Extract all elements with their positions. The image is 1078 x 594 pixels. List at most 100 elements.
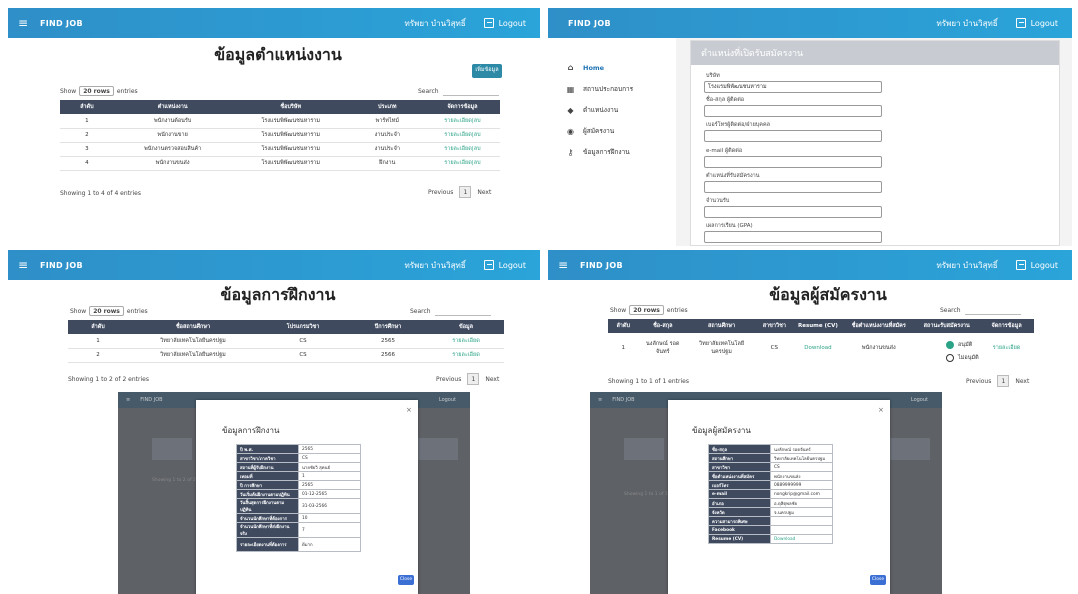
col-header[interactable]: ปีการศึกษา [348,320,428,334]
brand[interactable]: FIND JOB [580,261,623,270]
key-icon: ⚷ [567,147,574,157]
col-header[interactable]: ประเภท [349,100,425,114]
menu-icon[interactable]: ≡ [14,16,32,30]
modal-title: ข้อมูลการฝึกงาน [222,426,280,435]
col-header[interactable]: Resume (CV) [792,319,844,333]
menu-icon[interactable]: ≡ [14,258,32,272]
previous-button[interactable]: Previous [428,189,453,196]
sidebar-item-applicants[interactable]: ◉ ผู้สมัครงาน [566,126,614,136]
dimmed-table [152,438,192,460]
col-header[interactable]: สถานศึกษา [687,319,757,333]
sidebar-item-positions[interactable]: ◆ ตำแหน่งงาน [566,105,618,115]
brand[interactable]: FIND JOB [568,19,611,28]
search-input[interactable] [964,305,1021,315]
rows-select[interactable]: 20 rows [629,305,664,315]
col-header[interactable]: ชื่อสถานศึกษา [128,320,258,334]
col-header[interactable]: ลำดับ [68,320,128,334]
col-header[interactable]: ชื่อ-สกุล [638,319,688,333]
close-icon[interactable]: × [878,406,884,414]
close-icon[interactable]: × [406,406,412,414]
detail-row: สาขาวิชา CS [708,462,833,472]
contact-email-field[interactable] [704,156,882,168]
page-button[interactable]: 1 [467,373,480,385]
position-field[interactable] [704,181,882,193]
detail-link[interactable]: รายละเอียด [428,334,504,349]
col-header[interactable]: ชื่อตำแหน่งงานที่สมัคร [843,319,915,333]
eye-icon: ◉ [567,126,574,136]
brand[interactable]: FIND JOB [40,19,83,28]
next-button[interactable]: Next [1015,378,1029,385]
col-header[interactable]: สาขาวิชา [756,319,793,333]
top-navbar: ≡ FIND JOB ทรัพยา บำนวิสุทธิ์ Logout [8,8,540,38]
user-name: ทรัพยา บำนวิสุทธิ์ [936,260,998,270]
detail-link[interactable]: รายละเอียด [979,333,1034,363]
close-button[interactable]: Close [398,575,414,585]
add-data-button[interactable]: เพิ่มข้อมูล [472,64,502,78]
panel-internship: ≡ FIND JOB ทรัพยา บำนวิสุทธิ์ Logout ข้อ… [8,250,540,410]
table-row: 1 วิทยาลัยเทคโนโลยีนครปฐม CS 2565 รายละเอียด [68,334,504,349]
brand[interactable]: FIND JOB [40,261,83,270]
detail-row: ปี พ.ศ. 2565 [236,444,361,454]
search-input[interactable] [442,86,499,96]
panel-internship-modal: ≡ FIND JOB Logout Showing 1 to 2 of 2 entr… [118,392,470,594]
applicant-detail-table: ชื่อ-สกุล นงลักษณ์ รอดจันทร์ สถานศึกษา วิท… [708,444,833,544]
detail-row: จังหวัด จ.นครปฐม [708,507,833,517]
col-header[interactable]: จัดการข้อมูล [424,100,500,114]
rows-select[interactable]: 20 rows [89,306,124,316]
table-row: 4 พนักงานขนส่ง โรงแรมพิพัฒนชนหาราม ฝึกงาน รา… [60,156,500,171]
previous-button[interactable]: Previous [436,376,461,383]
logout-button[interactable]: Logout [483,18,526,28]
rows-select[interactable]: 20 rows [79,86,114,96]
sidebar-item-internship[interactable]: ⚷ ข้อมูลการฝึกงาน [566,147,630,157]
sidebar-item-companies[interactable]: ▦ สถานประกอบการ [566,84,633,94]
detail-row: จำนวนนักศึกษาที่ส่งฝึกงานจริง 7 [236,522,361,538]
col-header[interactable]: ตำแหน่งงาน [113,100,232,114]
table-row: 1 พนักงานต้อนรับ โรงแรมพิพัฒนชนหาราม พาร์ทไ… [60,114,500,129]
download-link[interactable]: Download [770,534,833,544]
logout-button[interactable]: Logout [483,260,526,270]
detail-row: ชื่อ-สกุล นงลักษณ์ รอดจันทร์ [708,444,833,454]
logout-button[interactable]: Logout [1015,18,1058,28]
dimmed-table [890,438,930,460]
page-button[interactable]: 1 [997,375,1010,387]
length-control: Show 20 rows entries [70,306,148,316]
detail-delete-link[interactable]: รายละเอียด|ลบ [424,114,500,129]
approve-radio[interactable]: อนุมัติ [946,341,972,349]
col-header[interactable]: ลำดับ [60,100,114,114]
col-header[interactable]: สถานะรับสมัครงาน [914,319,980,333]
showing-info: Showing 1 to 2 of 2 entries [68,376,149,383]
page-button[interactable]: 1 [459,186,472,198]
dimmed-table [624,438,664,460]
modal-title: ข้อมูลผู้สมัครงาน [692,426,751,435]
company-field[interactable]: โรงแรมพิพัฒนชนหาราม [704,81,882,93]
showing-info: Showing 1 to 4 of 4 entries [60,190,141,197]
detail-delete-link[interactable]: รายละเอียด|ลบ [424,128,500,143]
quantity-field[interactable] [704,206,882,218]
col-header[interactable]: ชื่อบริษัท [231,100,350,114]
graduation-icon: ◆ [567,105,574,115]
detail-delete-link[interactable]: รายละเอียด|ลบ [424,142,500,157]
next-button[interactable]: Next [485,376,499,383]
col-header[interactable]: ข้อมูล [428,320,504,334]
detail-delete-link[interactable]: รายละเอียด|ลบ [424,156,500,171]
detail-link[interactable]: รายละเอียด [428,348,504,363]
detail-row: ความสามารถพิเศษ [708,516,833,526]
logout-icon [483,260,494,270]
menu-icon[interactable]: ≡ [554,258,572,272]
detail-row: e-mail nongkrip@gmail.com [708,489,833,499]
sidebar-item-home[interactable]: ⌂ Home [566,63,604,72]
previous-button[interactable]: Previous [966,378,991,385]
contact-phone-field[interactable] [704,130,882,142]
gpa-field[interactable] [704,231,882,243]
col-header[interactable]: ลำดับ [608,319,639,333]
download-link[interactable]: Download [793,333,844,363]
contact-name-field[interactable] [704,105,882,117]
close-button[interactable]: Close [870,575,886,585]
next-button[interactable]: Next [477,189,491,196]
logout-button[interactable]: Logout [1015,260,1058,270]
detail-row: สาขาวิชา/ภาควิชา CS [236,453,361,463]
col-header[interactable]: โปรแกรมวิชา [258,320,348,334]
col-header[interactable]: จัดการข้อมูล [979,319,1034,333]
search-input[interactable] [434,306,491,316]
reject-radio[interactable]: ไม่อนุมัติ [946,354,979,362]
